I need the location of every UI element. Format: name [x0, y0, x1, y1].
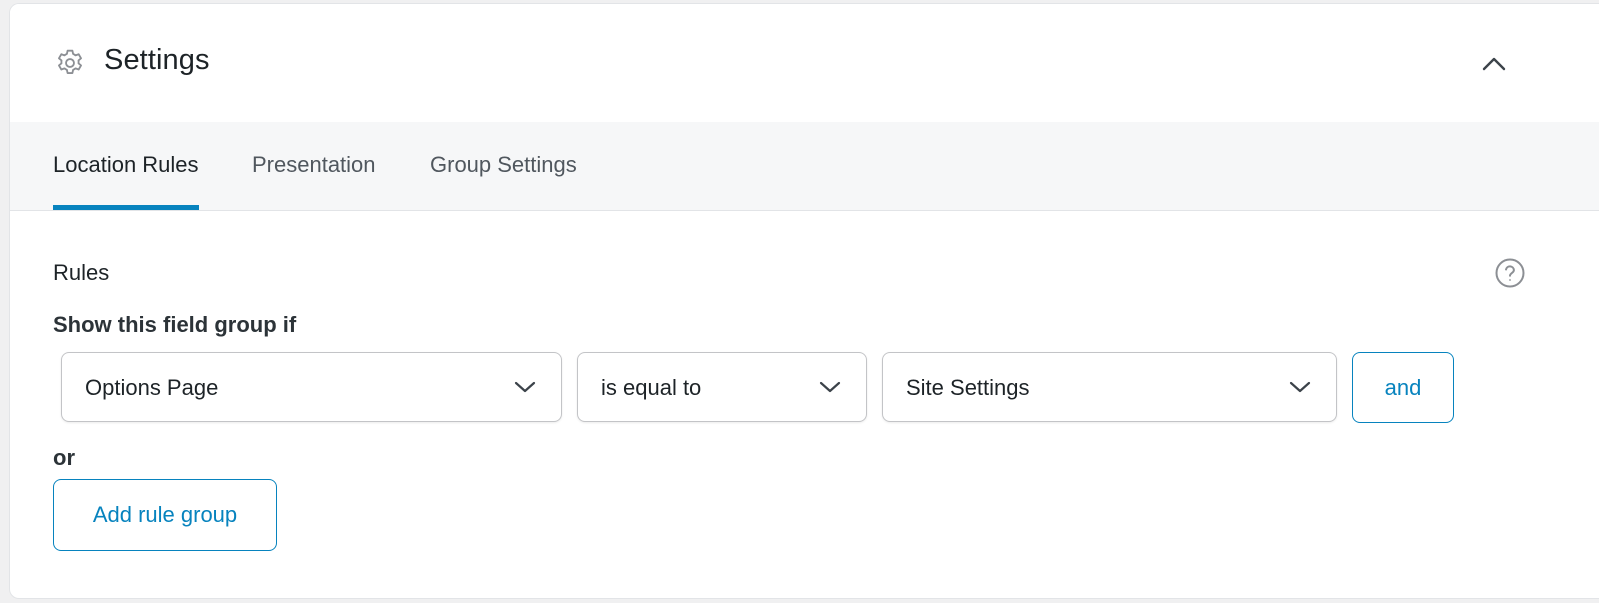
help-circle-icon[interactable]: [1494, 257, 1526, 289]
rule-operator-select[interactable]: is equal to: [577, 352, 867, 422]
chevron-up-icon: [1482, 57, 1506, 71]
chevron-down-icon: [819, 381, 841, 393]
rule-param-select[interactable]: Options Page: [61, 352, 562, 422]
panel-title: Settings: [104, 44, 210, 76]
gear-icon: [58, 49, 82, 74]
add-and-rule-button[interactable]: and: [1352, 352, 1454, 423]
condition-label: Show this field group if: [53, 312, 297, 337]
rules-heading: Rules: [53, 260, 110, 285]
add-rule-group-button[interactable]: Add rule group: [53, 479, 277, 551]
tab-group-settings[interactable]: Group Settings: [430, 152, 577, 206]
tab-presentation[interactable]: Presentation: [252, 152, 376, 206]
rule-operator-value: is equal to: [601, 375, 702, 400]
rule-param-value: Options Page: [85, 375, 219, 400]
chevron-down-icon: [514, 381, 536, 393]
or-label: or: [53, 445, 75, 470]
settings-panel: Settings Location Rules Presentation Gro…: [9, 3, 1599, 599]
panel-header[interactable]: Settings: [10, 4, 1599, 123]
chevron-down-icon: [1289, 381, 1311, 393]
tab-bar: Location Rules Presentation Group Settin…: [10, 122, 1599, 211]
collapse-button[interactable]: [1472, 48, 1516, 80]
rule-value-select[interactable]: Site Settings: [882, 352, 1337, 422]
rule-value-value: Site Settings: [906, 375, 1030, 400]
tab-location-rules[interactable]: Location Rules: [53, 152, 199, 210]
